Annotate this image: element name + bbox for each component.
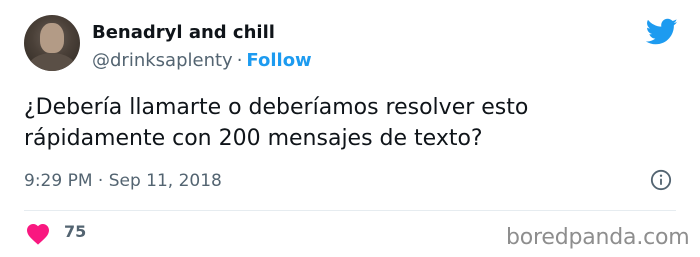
timestamp-separator: · [97,171,104,191]
twitter-bird-icon[interactable] [646,18,678,46]
author-display-name[interactable]: Benadryl and chill [92,21,275,45]
author-handle-row: @drinksaplenty · Follow [92,49,312,73]
author-handle[interactable]: @drinksaplenty [92,50,233,71]
like-count: 75 [64,222,87,241]
tweet-date: Sep 11, 2018 [108,171,222,191]
avatar-shoulders [28,53,76,71]
tweet-timestamp[interactable]: 9:29 PM · Sep 11, 2018 [24,169,222,193]
avatar[interactable] [24,15,80,71]
info-icon[interactable] [650,169,672,191]
watermark: boredpanda.com [506,225,690,250]
divider [24,210,676,211]
tweet-text-line-1: ¿Debería llamarte o deberíamos resolver … [24,95,529,120]
avatar-face [40,23,64,53]
follow-button[interactable]: Follow [246,50,311,71]
heart-icon[interactable] [26,223,50,245]
tweet-text: ¿Debería llamarte o deberíamos resolver … [24,92,664,154]
handle-separator: · [236,50,243,71]
tweet-time: 9:29 PM [24,171,93,191]
tweet-text-line-2: rápidamente con 200 mensajes de texto? [24,126,483,151]
